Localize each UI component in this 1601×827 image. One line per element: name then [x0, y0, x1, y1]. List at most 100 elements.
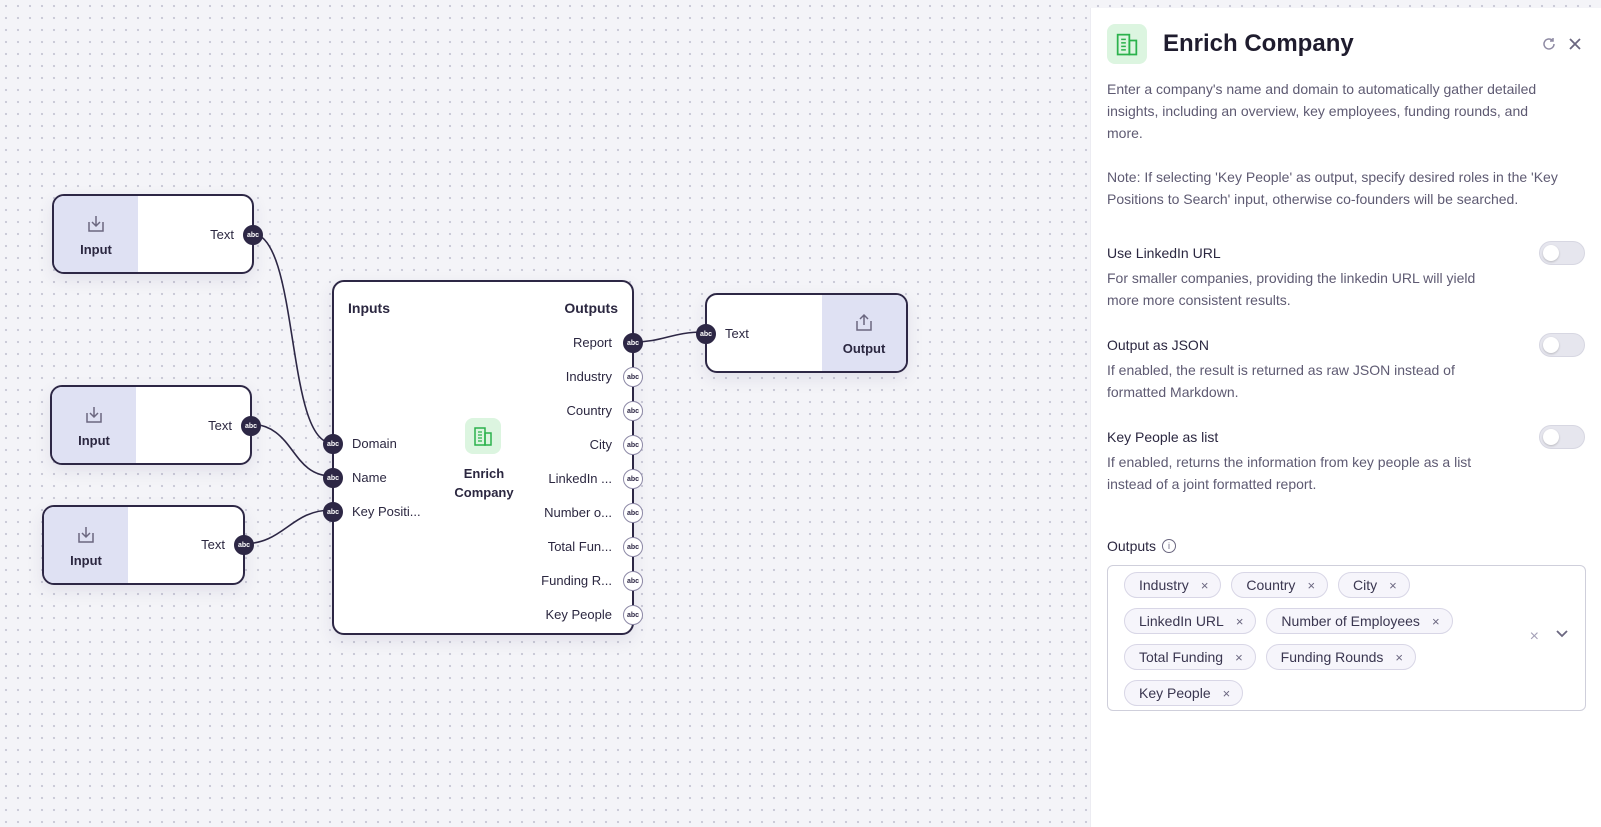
input-port[interactable]: abc	[241, 416, 261, 436]
tag-label: Number of Employees	[1281, 613, 1420, 629]
inputs-header: Inputs	[348, 300, 390, 316]
tag-number-of-employees: Number of Employees ×	[1266, 608, 1453, 634]
input-node-pane: Input	[52, 387, 136, 463]
building-icon	[465, 418, 501, 454]
remove-tag-icon[interactable]: ×	[1389, 578, 1397, 593]
tag-label: LinkedIn URL	[1139, 613, 1224, 629]
outputs-header: Outputs	[564, 300, 618, 316]
tag-label: Total Funding	[1139, 649, 1224, 665]
tag-label: Industry	[1139, 577, 1189, 593]
input-node-pane: Input	[54, 196, 138, 272]
key-positions-input-label: Key Positi...	[352, 504, 421, 519]
building-icon	[1107, 24, 1147, 64]
option-desc-linkedin: For smaller companies, providing the lin…	[1107, 270, 1476, 308]
outputs-field-label: Outputs i	[1107, 538, 1177, 554]
remove-tag-icon[interactable]: ×	[1395, 650, 1403, 665]
tag-label: Funding Rounds	[1280, 649, 1384, 665]
remove-tag-icon[interactable]: ×	[1201, 578, 1209, 593]
option-title-key-people-list: Key People as list	[1107, 429, 1219, 445]
outputs-multiselect[interactable]: Industry × Country × City × LinkedIn URL × N…	[1107, 565, 1586, 711]
output-port-country[interactable]: abc	[623, 401, 643, 421]
input-node-pane: Input	[44, 507, 128, 583]
tag-label: Key People	[1139, 685, 1211, 701]
tag-country: Country ×	[1231, 572, 1329, 598]
output-label-key-people: Key People	[545, 607, 613, 622]
domain-input-label: Domain	[352, 436, 397, 451]
name-input-label: Name	[352, 470, 387, 485]
output-port-employees[interactable]: abc	[623, 503, 643, 523]
output-port-report[interactable]: abc	[623, 333, 643, 353]
tag-label: Country	[1246, 577, 1296, 593]
option-desc-json: If enabled, the result is returned as ra…	[1107, 362, 1455, 400]
name-input-port[interactable]: abc	[323, 468, 343, 488]
output-label-industry: Industry	[565, 369, 612, 384]
enrich-company-node[interactable]: Inputs Outputs abc Domain abc Name abc K…	[323, 280, 643, 635]
toggle-key-people-as-list[interactable]	[1539, 425, 1585, 449]
option-title-json: Output as JSON	[1107, 337, 1209, 353]
output-node-port[interactable]: abc	[696, 324, 716, 344]
remove-tag-icon[interactable]: ×	[1236, 614, 1244, 629]
key-positions-input-port[interactable]: abc	[323, 502, 343, 522]
output-node[interactable]: abc Text Output	[696, 293, 908, 373]
upload-icon	[856, 313, 872, 331]
panel-header: Enrich Company	[1107, 24, 1585, 66]
outputs-label-text: Outputs	[1107, 538, 1157, 554]
output-port-city[interactable]: abc	[623, 435, 643, 455]
output-label-linkedin: LinkedIn ...	[548, 471, 612, 486]
clear-selection-icon[interactable]: ×	[1530, 628, 1539, 646]
output-label-total-funding: Total Fun...	[547, 539, 612, 554]
toggle-output-as-json[interactable]	[1539, 333, 1585, 357]
node-settings-panel: Enrich Company Enter a company's name an…	[1090, 8, 1601, 827]
input-node-label: Input	[80, 241, 112, 257]
output-port-key-people[interactable]: abc	[623, 605, 643, 625]
tag-linkedin-url: LinkedIn URL ×	[1124, 608, 1257, 634]
output-label-city: City	[589, 437, 612, 452]
output-label-report: Report	[572, 335, 612, 350]
remove-tag-icon[interactable]: ×	[1307, 578, 1315, 593]
output-port-funding-rounds[interactable]: abc	[623, 571, 643, 591]
panel-title: Enrich Company	[1163, 30, 1354, 57]
refresh-icon[interactable]	[1539, 34, 1559, 54]
selected-tags: Industry × Country × City × LinkedIn URL × N…	[1124, 572, 1504, 706]
input-port-label: Text	[210, 227, 234, 242]
output-label-country: Country	[566, 403, 612, 418]
chevron-down-icon[interactable]	[1555, 626, 1569, 640]
output-node-label: Output	[842, 340, 886, 356]
tag-city: City ×	[1338, 572, 1410, 598]
output-port-total-funding[interactable]: abc	[623, 537, 643, 557]
remove-tag-icon[interactable]: ×	[1432, 614, 1440, 629]
tag-label: City	[1353, 577, 1378, 593]
input-port[interactable]: abc	[243, 225, 263, 245]
tag-funding-rounds: Funding Rounds ×	[1265, 644, 1416, 670]
domain-input-port[interactable]: abc	[323, 434, 343, 454]
input-node-2[interactable]: Input Text abc	[50, 385, 261, 465]
input-port-label: Text	[201, 537, 225, 552]
toggle-use-linkedin-url[interactable]	[1539, 241, 1585, 265]
tag-industry: Industry ×	[1124, 572, 1222, 598]
node-title: Enrich Company	[454, 466, 514, 500]
close-icon[interactable]	[1565, 34, 1585, 54]
input-node-1[interactable]: Input Text abc	[52, 194, 263, 274]
output-label-employees: Number o...	[544, 505, 612, 520]
input-node-label: Input	[78, 432, 110, 448]
workflow-canvas[interactable]: Input Text abc Input Text abc Input Text…	[0, 0, 1090, 827]
input-node-3[interactable]: Input Text abc	[42, 505, 254, 585]
output-port-linkedin[interactable]: abc	[623, 469, 643, 489]
wire-report-output	[631, 331, 706, 343]
wire-input2-name	[248, 423, 333, 477]
tag-key-people: Key People ×	[1124, 680, 1244, 706]
panel-note: Note: If selecting 'Key People' as outpu…	[1107, 169, 1558, 207]
output-port-industry[interactable]: abc	[623, 367, 643, 387]
input-port[interactable]: abc	[234, 535, 254, 555]
info-icon[interactable]: i	[1162, 539, 1177, 553]
option-title-linkedin: Use LinkedIn URL	[1107, 245, 1221, 261]
wire-input3-keypos	[241, 509, 333, 545]
output-node-pane: Output	[822, 295, 906, 371]
remove-tag-icon[interactable]: ×	[1235, 650, 1243, 665]
download-icon	[86, 406, 102, 423]
input-port-label: Text	[208, 418, 232, 433]
output-port-label: Text	[725, 326, 749, 341]
remove-tag-icon[interactable]: ×	[1223, 686, 1231, 701]
wire-input1-domain	[250, 232, 333, 444]
panel-description: Enter a company's name and domain to aut…	[1107, 81, 1537, 141]
